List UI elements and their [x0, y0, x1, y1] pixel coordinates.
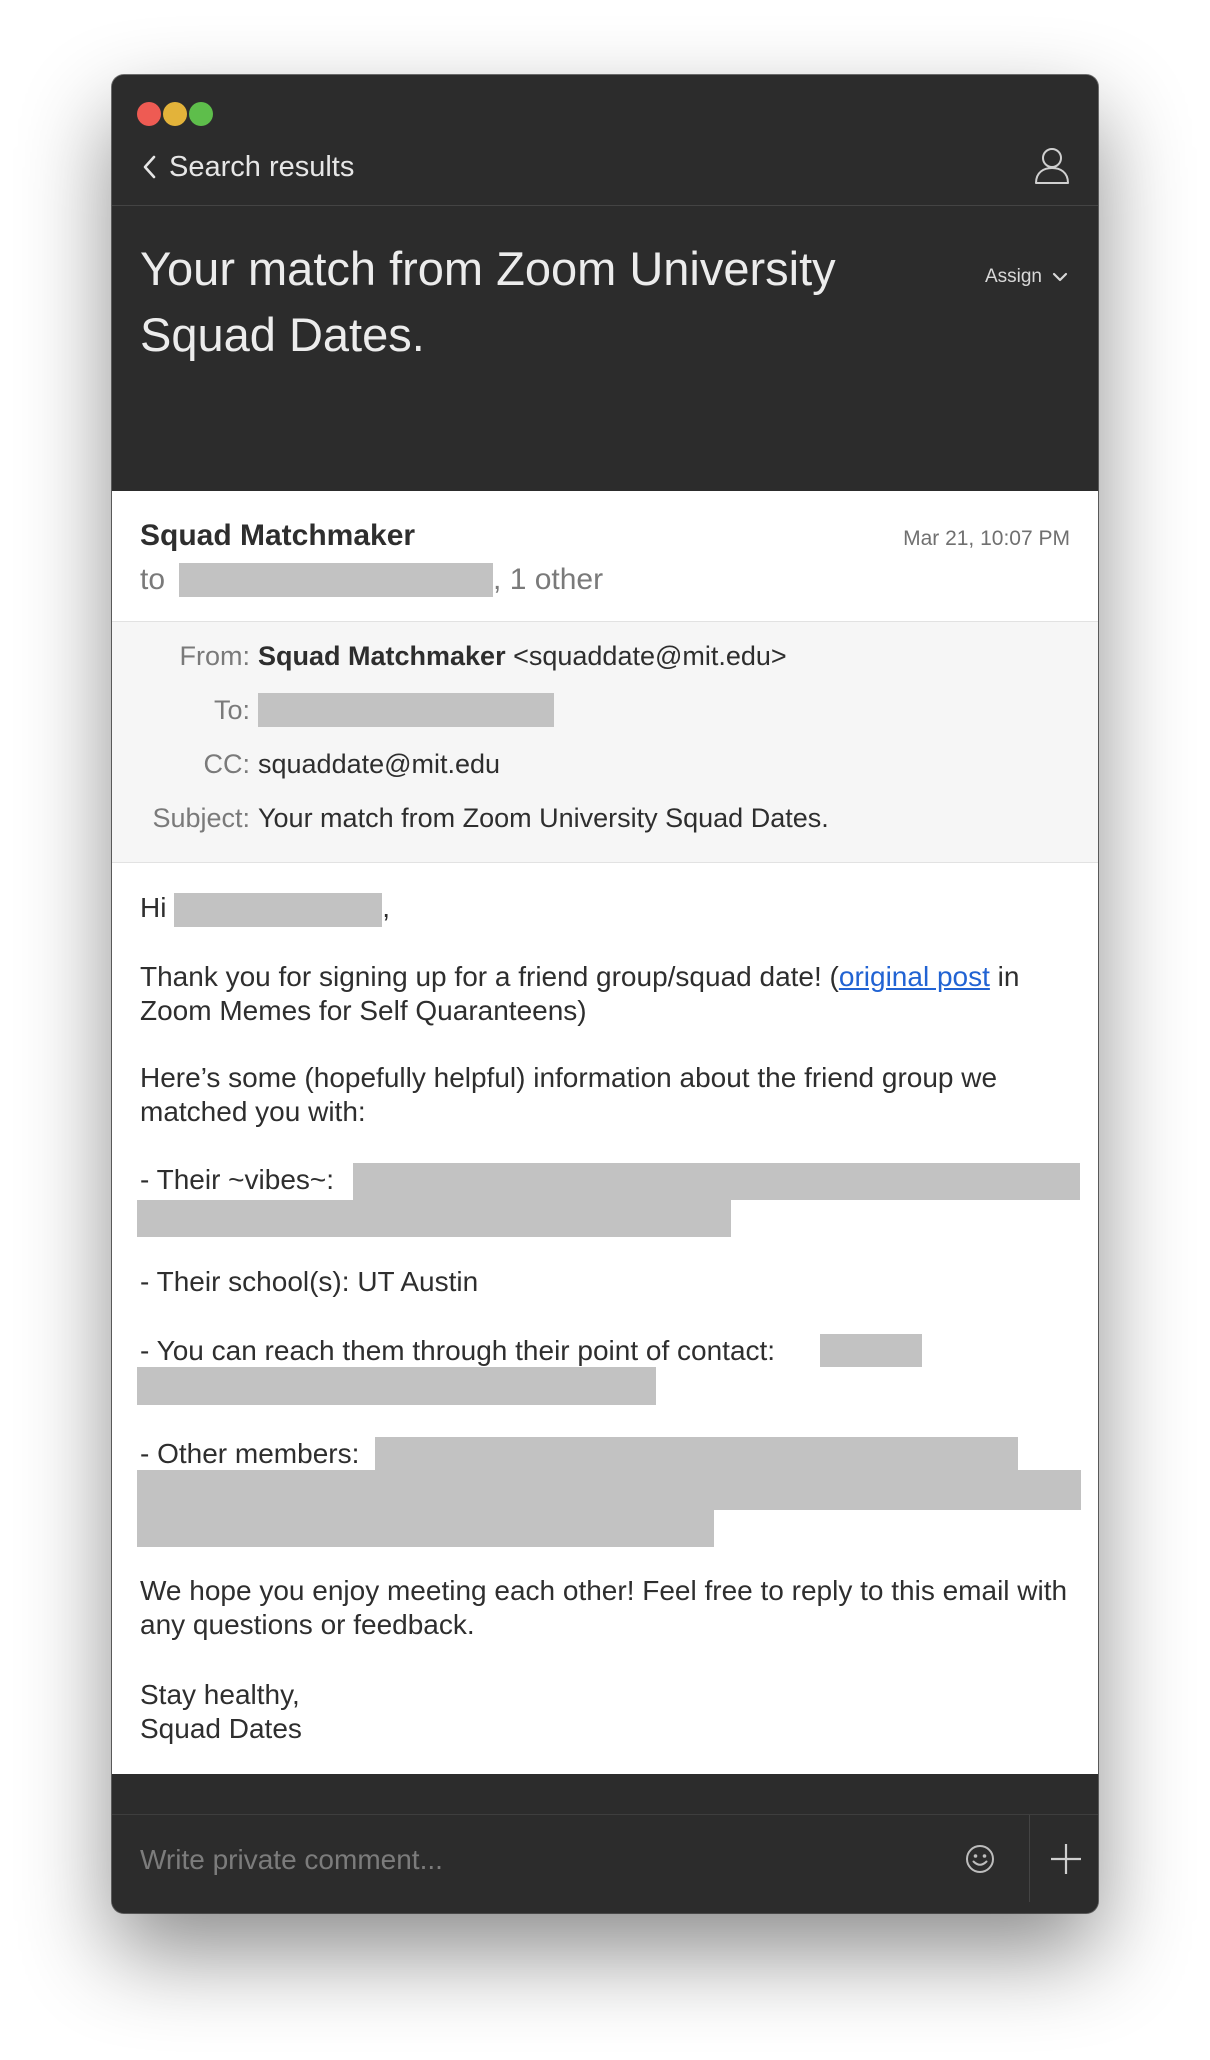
- original-post-link[interactable]: original post: [839, 961, 990, 992]
- minimize-window-button[interactable]: [163, 102, 187, 126]
- vibes-label: - Their ~vibes~:: [140, 1164, 335, 1195]
- school-line: - Their school(s): UT Austin: [140, 1266, 479, 1297]
- sender-name: Squad Matchmaker: [140, 519, 416, 552]
- redacted-members-line-3: [137, 1510, 714, 1547]
- recipients-summary[interactable]: to , 1 other: [140, 563, 603, 597]
- close-window-button[interactable]: [137, 102, 161, 126]
- subject-label: Subject:: [152, 802, 250, 833]
- from-label: From:: [179, 640, 251, 671]
- emoji-icon[interactable]: [964, 1843, 996, 1875]
- comment-divider: [1029, 1815, 1030, 1903]
- from-email: <squaddate@mit.edu>: [513, 640, 787, 671]
- message-date: Mar 21, 10:07 PM: [903, 527, 1070, 550]
- redacted-vibes-line-1: [353, 1163, 1080, 1200]
- assign-dropdown[interactable]: Assign: [985, 266, 1068, 288]
- subject-header: Your match from Zoom University Squad Da…: [112, 206, 1098, 491]
- back-label: Search results: [169, 150, 355, 183]
- members-label: - Other members:: [140, 1438, 360, 1469]
- private-comment-bar: [112, 1814, 1098, 1905]
- chevron-left-icon: [143, 155, 156, 179]
- subject-value: Your match from Zoom University Squad Da…: [258, 802, 829, 833]
- redacted-vibes-line-2: [137, 1200, 731, 1237]
- from-row: From: Squad Matchmaker <squaddate@mit.ed…: [112, 636, 787, 676]
- from-name: Squad Matchmaker: [258, 640, 506, 671]
- other-recipients: , 1 other: [493, 563, 604, 596]
- title-bar: Search results: [112, 75, 1098, 205]
- email-message: Squad Matchmaker Mar 21, 10:07 PM to , 1…: [112, 491, 1098, 1774]
- intro-paragraph: Thank you for signing up for a friend gr…: [140, 960, 1080, 1028]
- to-label: To:: [213, 694, 250, 725]
- cc-value: squaddate@mit.edu: [258, 748, 501, 779]
- signoff-line-2: Squad Dates: [140, 1713, 302, 1744]
- redacted-to-address: [258, 693, 554, 727]
- greeting: Hi ,: [140, 891, 390, 927]
- to-row: To:: [112, 690, 554, 730]
- info-paragraph: Here’s some (hopefully helpful) informat…: [140, 1062, 998, 1127]
- closing-paragraph: We hope you enjoy meeting each other! Fe…: [140, 1575, 1068, 1640]
- redacted-recipient: [179, 563, 494, 597]
- subject-row: Subject: Your match from Zoom University…: [112, 798, 829, 838]
- greeting-comma: ,: [382, 892, 391, 923]
- redacted-contact-line-1: [820, 1334, 922, 1367]
- cc-row: CC: squaddate@mit.edu: [112, 744, 501, 784]
- bottom-toolbar: [112, 1902, 1098, 1913]
- mail-window: Search results Your match from Zoom Univ…: [112, 75, 1098, 1913]
- private-comment-input[interactable]: [138, 1815, 982, 1905]
- cc-label: CC:: [203, 748, 251, 779]
- redacted-members-line-2: [137, 1470, 1081, 1510]
- intro-text-a: Thank you for signing up for a friend gr…: [140, 961, 839, 992]
- comment-spacer: [112, 1774, 1098, 1814]
- add-attachment-plus-icon[interactable]: [1048, 1841, 1084, 1877]
- redacted-contact-line-2: [137, 1367, 656, 1405]
- signoff-line-1: Stay healthy,: [140, 1679, 300, 1710]
- back-to-search-results[interactable]: Search results: [137, 145, 354, 189]
- chevron-down-icon: [1052, 272, 1068, 282]
- assign-label: Assign: [984, 266, 1042, 287]
- message-details: From: Squad Matchmaker <squaddate@mit.ed…: [112, 621, 1098, 863]
- contact-label: - You can reach them through their point…: [140, 1335, 776, 1366]
- greeting-hi: Hi: [140, 892, 167, 923]
- redacted-members-line-1: [375, 1437, 1018, 1470]
- to-prefix: to: [140, 563, 166, 596]
- user-icon[interactable]: [1032, 145, 1072, 187]
- email-subject-title: Your match from Zoom University Squad Da…: [140, 242, 836, 361]
- redacted-recipient-name: [174, 892, 383, 927]
- zoom-window-button[interactable]: [189, 102, 213, 126]
